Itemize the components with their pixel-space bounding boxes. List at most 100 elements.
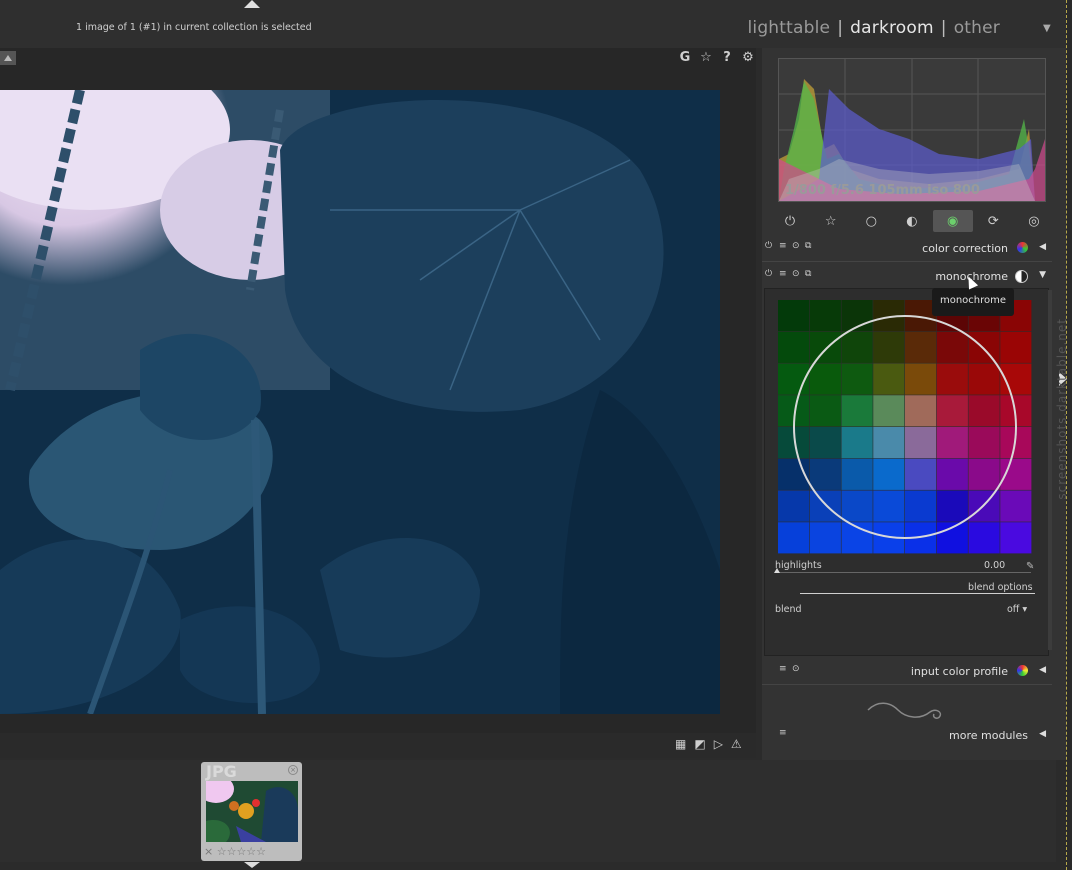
color-swatch[interactable] xyxy=(841,331,873,363)
color-swatch[interactable] xyxy=(809,331,841,363)
power-icon[interactable]: ⏻ xyxy=(765,241,772,251)
power-icon[interactable]: ⏻ xyxy=(770,210,810,232)
bottom-panel-toggle[interactable] xyxy=(244,862,260,868)
color-swatch[interactable] xyxy=(905,427,937,459)
color-swatch[interactable] xyxy=(905,395,937,427)
color-swatch[interactable] xyxy=(905,490,937,522)
color-swatch[interactable] xyxy=(873,490,905,522)
color-swatch[interactable] xyxy=(936,427,968,459)
color-assessment-icon[interactable]: ▦ xyxy=(675,737,686,751)
thumbnail-image[interactable] xyxy=(206,781,298,842)
star-icon[interactable]: ☆ xyxy=(699,50,713,65)
color-swatch[interactable] xyxy=(905,458,937,490)
basic-group-icon[interactable]: ○ xyxy=(851,210,891,232)
view-lighttable[interactable]: lighttable xyxy=(747,18,830,38)
color-swatch[interactable] xyxy=(778,490,810,522)
chevron-left-icon[interactable]: ◀ xyxy=(1039,665,1046,675)
slider-handle[interactable] xyxy=(774,568,780,573)
chevron-left-icon[interactable]: ◀ xyxy=(1039,242,1046,252)
color-swatch[interactable] xyxy=(968,331,1000,363)
color-swatch[interactable] xyxy=(873,395,905,427)
color-swatch[interactable] xyxy=(778,300,810,332)
color-swatch[interactable] xyxy=(778,331,810,363)
color-swatch[interactable] xyxy=(1000,490,1032,522)
gamut-icon[interactable]: ▷ xyxy=(714,737,723,751)
color-swatch[interactable] xyxy=(778,522,810,554)
multi-instance-icon[interactable]: ⧉ xyxy=(805,241,811,251)
top-panel-toggle[interactable] xyxy=(244,0,260,8)
monochrome-color-grid[interactable] xyxy=(778,300,1032,554)
color-picker-icon[interactable]: ✎ xyxy=(1026,561,1034,572)
presets-icon[interactable]: ≡ xyxy=(779,241,787,251)
rating-stars[interactable]: ☆☆☆☆☆ xyxy=(217,845,266,858)
color-swatch[interactable] xyxy=(968,458,1000,490)
more-modules[interactable]: ≡ more modules ◀ xyxy=(762,724,1052,746)
color-swatch[interactable] xyxy=(873,331,905,363)
color-swatch[interactable] xyxy=(809,395,841,427)
module-label: color correction xyxy=(922,242,1008,255)
module-header-monochrome[interactable]: ⏻ ≡ ⊙ ⧉ monochrome ▼ xyxy=(762,265,1052,289)
close-icon[interactable]: × xyxy=(288,765,298,775)
color-swatch[interactable] xyxy=(841,427,873,459)
color-swatch[interactable] xyxy=(936,395,968,427)
color-swatch[interactable] xyxy=(809,522,841,554)
reject-icon[interactable]: × xyxy=(204,845,213,858)
color-swatch[interactable] xyxy=(936,331,968,363)
color-swatch[interactable] xyxy=(809,490,841,522)
left-panel-toggle[interactable] xyxy=(0,51,16,65)
color-swatch[interactable] xyxy=(841,363,873,395)
color-swatch[interactable] xyxy=(809,363,841,395)
reset-icon[interactable]: ⊙ xyxy=(792,664,800,674)
warning-icon[interactable]: ⚠ xyxy=(731,737,742,751)
color-swatch[interactable] xyxy=(936,458,968,490)
correct-group-icon[interactable]: ⟳ xyxy=(973,210,1013,232)
color-swatch[interactable] xyxy=(873,363,905,395)
color-swatch[interactable] xyxy=(968,363,1000,395)
color-swatch[interactable] xyxy=(873,427,905,459)
color-group-icon[interactable]: ◉ xyxy=(932,210,973,232)
color-swatch[interactable] xyxy=(936,490,968,522)
color-swatch[interactable] xyxy=(1000,331,1032,363)
thumbnail-rating[interactable]: × ☆☆☆☆☆ xyxy=(204,845,266,858)
color-swatch[interactable] xyxy=(968,522,1000,554)
blend-mode-select[interactable]: off ▾ xyxy=(1007,604,1027,615)
color-swatch[interactable] xyxy=(841,395,873,427)
color-swatch[interactable] xyxy=(809,458,841,490)
histogram[interactable] xyxy=(778,58,1046,202)
main-image[interactable] xyxy=(0,90,720,714)
color-swatch[interactable] xyxy=(905,331,937,363)
color-swatch[interactable] xyxy=(968,395,1000,427)
module-header-color-correction[interactable]: ⏻ ≡ ⊙ ⧉ color correction ◀ xyxy=(762,237,1052,261)
gear-icon[interactable]: ⚙ xyxy=(741,50,755,65)
view-other[interactable]: other xyxy=(954,18,1000,38)
color-swatch[interactable] xyxy=(809,427,841,459)
chevron-left-icon[interactable]: ◀ xyxy=(1039,729,1046,739)
chevron-down-icon[interactable]: ▼ xyxy=(1039,270,1046,280)
module-header-input-color-profile[interactable]: ≡ ⊙ input color profile ◀ xyxy=(762,660,1052,684)
highlights-slider[interactable] xyxy=(777,572,1031,573)
tone-group-icon[interactable]: ◐ xyxy=(892,210,932,232)
color-swatch[interactable] xyxy=(1000,522,1032,554)
chevron-down-icon[interactable]: ▼ xyxy=(1043,23,1051,34)
power-icon[interactable]: ⏻ xyxy=(765,269,772,279)
softproof-icon[interactable]: ◩ xyxy=(694,737,705,751)
reset-icon[interactable]: ⊙ xyxy=(792,241,800,251)
effect-group-icon[interactable]: ◎ xyxy=(1014,210,1054,232)
view-darkroom[interactable]: darkroom xyxy=(850,18,934,38)
guides-icon[interactable]: G xyxy=(678,50,692,65)
color-swatch[interactable] xyxy=(936,363,968,395)
color-swatch[interactable] xyxy=(841,458,873,490)
color-swatch[interactable] xyxy=(841,490,873,522)
color-swatch[interactable] xyxy=(809,300,841,332)
scrollbar[interactable] xyxy=(1048,290,1052,650)
presets-icon[interactable]: ≡ xyxy=(779,664,787,674)
reset-icon[interactable]: ⊙ xyxy=(792,269,800,279)
help-icon[interactable]: ? xyxy=(720,50,734,65)
color-swatch[interactable] xyxy=(905,363,937,395)
presets-icon[interactable]: ≡ xyxy=(779,728,787,738)
multi-instance-icon[interactable]: ⧉ xyxy=(805,269,811,279)
presets-icon[interactable]: ≡ xyxy=(779,269,787,279)
color-swatch[interactable] xyxy=(873,458,905,490)
color-swatch[interactable] xyxy=(968,427,1000,459)
favorites-icon[interactable]: ☆ xyxy=(811,210,851,232)
